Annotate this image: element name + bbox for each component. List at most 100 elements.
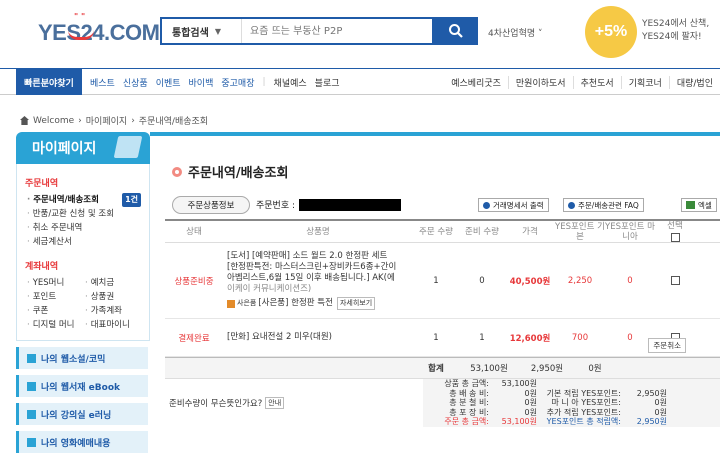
nav-item-best[interactable]: 베스트 bbox=[90, 76, 115, 89]
col-order-qty: 주문 수량 bbox=[419, 226, 453, 237]
nav-item-used[interactable]: 중고매장 bbox=[221, 76, 254, 89]
row-checkbox[interactable] bbox=[670, 276, 680, 285]
row-price: 12,600원 bbox=[509, 333, 551, 344]
chevron-right-icon: › bbox=[131, 115, 135, 126]
trending-keyword[interactable]: 4차산업혁명 ˅ bbox=[488, 26, 543, 39]
nav-item-channel[interactable]: 채널예스 bbox=[274, 76, 307, 89]
sidebar-item-label: 주문내역/배송조회 bbox=[33, 195, 99, 205]
sidebar-item-yesmoney[interactable]: YES머니 bbox=[25, 276, 83, 290]
row-ready-qty: 0 bbox=[479, 275, 485, 286]
product-link[interactable]: [만화] 요내전설 2 미우(대원) bbox=[227, 332, 332, 343]
col-product: 상품명 bbox=[306, 226, 330, 237]
nav-link-bulk[interactable]: 대량/법인 bbox=[668, 75, 720, 89]
product-link[interactable]: [도서] [예약판매] 소드 월드 2.0 한정판 세트 bbox=[227, 251, 387, 262]
nav-link-special[interactable]: 기획코너 bbox=[620, 75, 669, 89]
quick-category-button[interactable]: 빠른분야찾기 bbox=[16, 69, 82, 95]
order-table: 상태 상품명 주문 수량 준비 수량 가격 YES포인트 기본 YES포인트 마… bbox=[165, 219, 720, 427]
promo-text[interactable]: YES24에서 산책, YES24에 팔자! bbox=[642, 18, 709, 44]
ring-icon bbox=[172, 166, 182, 177]
sum-points-basic: 2,950원 bbox=[530, 364, 564, 374]
summary-value bbox=[621, 379, 667, 389]
sidebar-item-deposit[interactable]: 예치금 bbox=[83, 276, 141, 290]
excel-button[interactable]: 엑셀 bbox=[681, 198, 717, 212]
sidebar-item-points[interactable]: 포인트 bbox=[25, 290, 83, 304]
col-points-basic: YES포인트 기본 bbox=[555, 221, 605, 242]
sidebar-link-webnovel[interactable]: 나의 웹소설/코믹 bbox=[16, 347, 148, 369]
sidebar-section-accounts: 계좌내역 bbox=[25, 262, 59, 272]
breadcrumb-welcome[interactable]: Welcome bbox=[33, 116, 74, 126]
sidebar-item-order-history[interactable]: 주문내역/배송조회 1건 bbox=[25, 193, 141, 207]
sidebar-item-cancelled[interactable]: 취소 주문내역 bbox=[25, 221, 141, 235]
chevron-down-icon: ˅ bbox=[538, 29, 543, 39]
summary-label: 마 니 아 YES포인트: bbox=[551, 398, 621, 407]
cancel-order-button[interactable]: 주문취소 bbox=[648, 338, 686, 353]
summary-line: 총 포 장 비: 0원 추가 적립 YES포인트: 0원 bbox=[423, 408, 720, 418]
faq-button[interactable]: 주문/배송관련 FAQ bbox=[563, 198, 644, 212]
book-icon bbox=[113, 136, 143, 158]
row-product: [만화] 요내전설 2 미우(대원) bbox=[223, 319, 413, 356]
nav-item-blog[interactable]: 블로그 bbox=[315, 76, 340, 89]
search-icon bbox=[449, 24, 463, 38]
sum-price: 53,100원 bbox=[470, 364, 508, 374]
gift-detail-button[interactable]: 자세히보기 bbox=[336, 297, 376, 310]
product-line: 아벱리스트,6월 15일 이후 배송됩니다.] AK(에 bbox=[227, 273, 395, 283]
summary-line: 총 분 철 비: 0원 마 니 아 YES포인트: 0원 bbox=[423, 398, 720, 408]
row-order-qty: 1 bbox=[433, 332, 439, 343]
sidebar-item-family-account[interactable]: 가족계좌 bbox=[83, 304, 141, 318]
sidebar-item-returns[interactable]: 반품/교환 신청 및 조회 bbox=[25, 207, 141, 221]
row-select bbox=[655, 243, 695, 318]
summary-value: 2,950원 bbox=[636, 388, 667, 398]
select-all-checkbox[interactable] bbox=[670, 233, 680, 242]
search-button[interactable] bbox=[434, 17, 478, 45]
promo-line1: YES24에서 산책, bbox=[642, 19, 710, 29]
row-order-qty: 1 bbox=[433, 275, 439, 286]
sidebar-title[interactable]: 마이페이지 bbox=[16, 132, 150, 164]
summary-value: 2,950원 bbox=[636, 417, 667, 426]
summary-label: YES포인트 총 적립액: bbox=[546, 417, 621, 426]
nav-item-event[interactable]: 이벤트 bbox=[156, 76, 181, 89]
square-icon bbox=[27, 353, 36, 363]
sidebar-body: 주문내역 주문내역/배송조회 1건 반품/교환 신청 및 조회 취소 주문내역 … bbox=[16, 164, 150, 341]
print-statement-button[interactable]: 거래명세서 출력 bbox=[478, 198, 549, 212]
nav-link-goods[interactable]: 예스베리굿즈 bbox=[444, 76, 508, 89]
product-line: [한정판특전: 마스터스크린+장비카드6종+간이 bbox=[227, 262, 397, 272]
sidebar-item-digital-money[interactable]: 디지털 머니 bbox=[25, 318, 83, 332]
search-category-label: 통합검색 bbox=[172, 27, 209, 39]
chevron-down-icon: ▼ bbox=[214, 26, 221, 36]
breadcrumb-mypage[interactable]: 마이페이지 bbox=[86, 114, 127, 127]
sidebar-item-coupon[interactable]: 쿠폰 bbox=[25, 304, 83, 318]
site-logo[interactable]: YES24.COM bbox=[38, 18, 160, 48]
summary-value: 0원 bbox=[524, 407, 537, 417]
sidebar-link-movie[interactable]: 나의 영화예매내용 bbox=[16, 431, 148, 453]
gift-tag: 사은품 [사은품] 한정판 특전 자세히보기 bbox=[227, 297, 376, 310]
summary-label: 총 배 송 비: bbox=[449, 388, 489, 398]
row-points-basic: 2,250 bbox=[567, 275, 593, 286]
row-product: [도서] [예약판매] 소드 월드 2.0 한정판 세트 [한정판특전: 마스터… bbox=[223, 243, 413, 318]
search-input[interactable] bbox=[242, 19, 432, 43]
sidebar-account-grid: YES머니 예치금 포인트 상품권 쿠폰 가족계좌 디지털 머니 대표마이니 bbox=[25, 276, 141, 332]
nav-link-cheap-books[interactable]: 만원이하도서 bbox=[507, 75, 573, 89]
sum-row: 합계 53,100원 2,950원 0원 bbox=[165, 357, 720, 379]
sidebar-link-ebook[interactable]: 나의 웹서재 eBook bbox=[16, 375, 148, 397]
nav-link-recommended[interactable]: 추천도서 bbox=[572, 75, 621, 89]
nav-item-new[interactable]: 신상품 bbox=[123, 76, 148, 89]
search-category-select[interactable]: 통합검색 ▼ bbox=[162, 19, 242, 43]
summary-label: 기본 적립 YES포인트: bbox=[546, 388, 621, 398]
ready-qty-help-text: 준비수량이 무슨뜻인가요? bbox=[169, 398, 263, 409]
chevron-right-icon: › bbox=[78, 115, 82, 126]
sidebar-link-elearning[interactable]: 나의 강의실 e러닝 bbox=[16, 403, 148, 425]
order-info-button[interactable]: 주문상품정보 bbox=[172, 196, 250, 214]
sidebar-item-tax-invoice[interactable]: 세금계산서 bbox=[25, 235, 141, 249]
sidebar-item-giftcard[interactable]: 상품권 bbox=[83, 290, 141, 304]
summary-line: 상품 총 금액: 53,100원 bbox=[423, 379, 720, 389]
mypage-sidebar: 마이페이지 주문내역 주문내역/배송조회 1건 반품/교환 신청 및 조회 취소… bbox=[16, 132, 150, 453]
ready-qty-help-button[interactable]: 안내 bbox=[265, 396, 285, 409]
sidebar-item-mainy[interactable]: 대표마이니 bbox=[83, 318, 141, 332]
promo-line2: YES24에 팔자! bbox=[642, 32, 702, 42]
summary-label: 총 포 장 비: bbox=[449, 407, 489, 417]
promo-badge[interactable]: +5% bbox=[585, 6, 637, 58]
sidebar-link-label: 나의 웹서재 eBook bbox=[41, 382, 120, 393]
sum-label: 합계 bbox=[428, 364, 444, 374]
summary-value: 0원 bbox=[524, 388, 537, 398]
nav-item-buyback[interactable]: 바이백 bbox=[189, 76, 214, 89]
